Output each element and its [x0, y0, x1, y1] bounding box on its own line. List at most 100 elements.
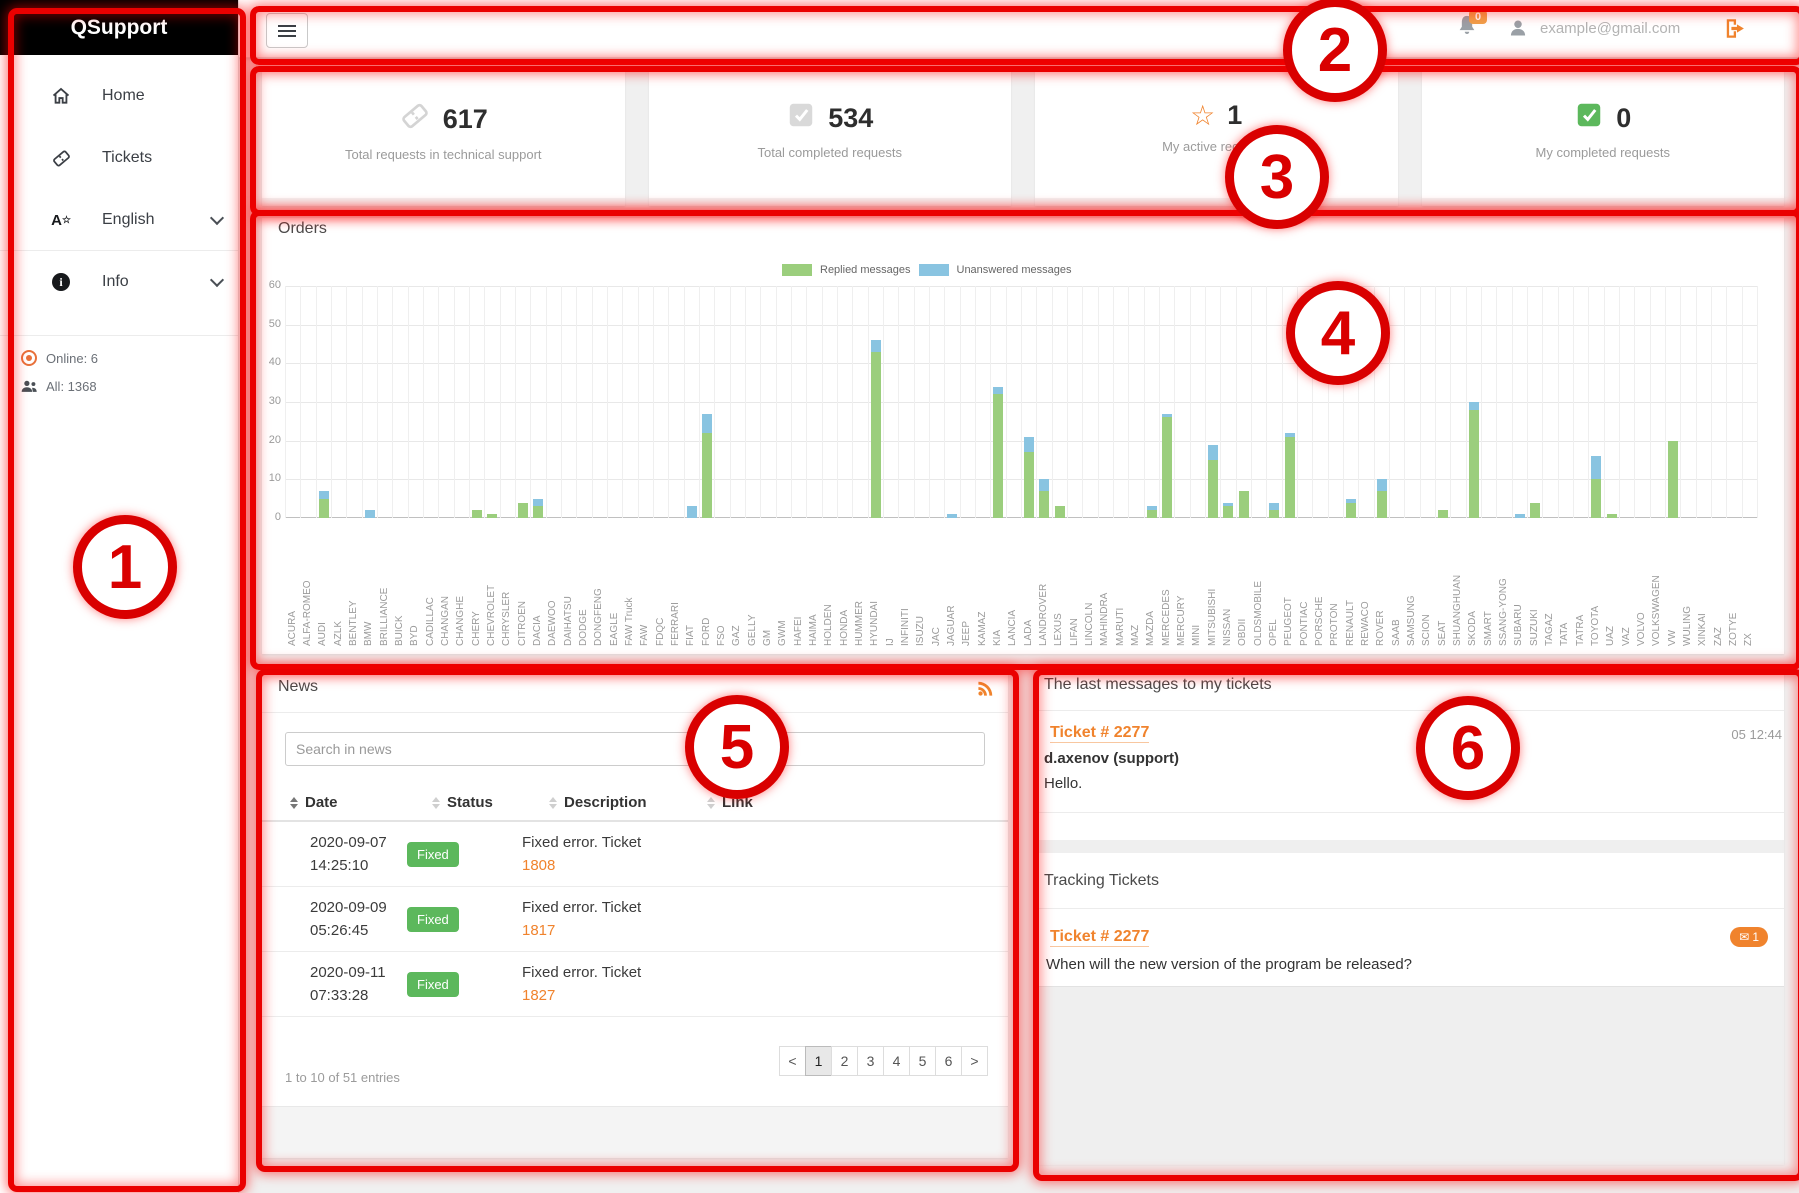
x-axis-tick-label: VW: [1665, 522, 1680, 648]
x-axis-tick-label: CHANGAN: [438, 522, 453, 648]
column-header-status[interactable]: Status: [432, 794, 493, 811]
tracking-ticket-link[interactable]: Ticket # 2277: [1050, 928, 1149, 947]
column-header-description[interactable]: Description: [549, 794, 647, 811]
chart-bar-slot: [929, 286, 944, 518]
x-axis-tick-label: WULING: [1680, 522, 1695, 648]
x-axis-tick-label: SHUANGHUAN: [1450, 522, 1465, 648]
stat-card-total-completed: 534 Total completed requests: [649, 70, 1012, 206]
tracking-ticket-question: When will the new version of the program…: [1046, 956, 1412, 973]
x-axis-tick-label: SEAT: [1435, 522, 1450, 648]
chart-bar-slot: [1573, 286, 1588, 518]
stat-card-total-requests: 617 Total requests in technical support: [262, 70, 625, 206]
stat-card-my-active: ☆ 1 My active requests: [1035, 70, 1398, 206]
stat-label: Total requests in technical support: [262, 147, 625, 162]
chart-bar-slot: [423, 286, 438, 518]
ticket-number-link[interactable]: 1808: [522, 857, 555, 874]
legend-label-replied: Replied messages: [820, 264, 911, 276]
pagination-prev-button[interactable]: <: [779, 1046, 806, 1076]
pagination-page-button[interactable]: 3: [857, 1046, 884, 1076]
bar-replied: [1269, 510, 1279, 518]
column-header-link[interactable]: Link: [707, 794, 753, 811]
sidebar-item-language[interactable]: A☆ English: [0, 189, 238, 251]
chart-bar-slot: [638, 286, 653, 518]
news-table-body: 2020-09-0714:25:10FixedFixed error. Tick…: [262, 820, 1008, 1017]
rss-icon[interactable]: [977, 680, 994, 702]
chart-bar-slot: [776, 286, 791, 518]
news-description: Fixed error. Ticket1808: [522, 831, 697, 877]
pagination-page-button[interactable]: 1: [805, 1046, 832, 1076]
x-axis-tick-label: MAZ: [1128, 522, 1143, 648]
x-axis-tick-label: MAHINDRA: [1098, 522, 1113, 648]
x-axis-tick-label: LEXUS: [1052, 522, 1067, 648]
chart-bar-slot: [806, 286, 821, 518]
chart-bar-slot: [1159, 286, 1174, 518]
last-messages-panel: The last messages to my tickets Ticket #…: [1036, 672, 1784, 1164]
chart-bar-slot: [1205, 286, 1220, 518]
sidebar-item-home[interactable]: Home: [0, 65, 238, 127]
y-axis-tick-label: 50: [262, 318, 281, 330]
chart-bar-slot: [1328, 286, 1343, 518]
x-axis-tick-label: DAEWOO: [546, 522, 561, 648]
notification-count-badge: 0: [1469, 10, 1487, 24]
chart-bar-slot: [852, 286, 867, 518]
search-input[interactable]: [285, 732, 985, 766]
x-axis-tick-label: BYD: [408, 522, 423, 648]
bar-unanswered: [871, 340, 881, 352]
bar-unanswered: [687, 506, 697, 518]
logout-icon[interactable]: [1724, 17, 1749, 45]
sort-icon: [707, 797, 715, 809]
chart-bar-slot: [561, 286, 576, 518]
chart-bar-slot: [300, 286, 315, 518]
chart-bar-slot: [822, 286, 837, 518]
x-axis-tick-label: JAGUAR: [944, 522, 959, 648]
x-axis-tick-label: TOYOTA: [1588, 522, 1603, 648]
x-axis-tick-label: JAC: [929, 522, 944, 648]
chart-bar-slot: [975, 286, 990, 518]
status-badge: Fixed: [407, 907, 459, 932]
x-axis-tick-label: ZOTYE: [1726, 522, 1741, 648]
news-table-row: 2020-09-0905:26:45FixedFixed error. Tick…: [262, 887, 1008, 952]
message-author: d.axenov (support): [1044, 750, 1179, 767]
user-email[interactable]: example@gmail.com: [1540, 0, 1680, 57]
chart-bar-slot: [960, 286, 975, 518]
chart-bar-slot: [469, 286, 484, 518]
x-axis-tick-label: TAGAZ: [1542, 522, 1557, 648]
divider: [1036, 908, 1784, 909]
news-table-row: 2020-09-0714:25:10FixedFixed error. Tick…: [262, 822, 1008, 887]
chart-bar-slot: [1128, 286, 1143, 518]
sidebar-item-label: English: [102, 211, 154, 229]
chart-bar-slot: [1604, 286, 1619, 518]
ticket-number-link[interactable]: 1817: [522, 922, 555, 939]
pagination-page-button[interactable]: 2: [831, 1046, 858, 1076]
notifications-button[interactable]: 0: [1457, 14, 1501, 48]
x-axis-tick-label: HAIMA: [806, 522, 821, 648]
topbar: 0 example@gmail.com: [238, 0, 1799, 58]
bar-replied: [702, 433, 712, 518]
pagination-page-button[interactable]: 6: [935, 1046, 962, 1076]
column-header-date[interactable]: Date: [290, 794, 338, 811]
pagination-page-button[interactable]: 5: [909, 1046, 936, 1076]
bar-replied: [1024, 452, 1034, 518]
bar-unanswered: [1515, 514, 1525, 518]
chart-bar-slot: [1619, 286, 1634, 518]
pagination-next-button[interactable]: >: [961, 1046, 988, 1076]
check-square-green-icon: [1574, 100, 1604, 137]
x-axis-tick-label: CHRYSLER: [500, 522, 515, 648]
x-axis-tick-label: SAMSUNG: [1404, 522, 1419, 648]
x-axis-tick-label: OPEL: [1266, 522, 1281, 648]
x-axis-tick-label: GAZ: [730, 522, 745, 648]
menu-toggle-button[interactable]: [266, 13, 308, 48]
x-axis-tick-label: CITROEN: [515, 522, 530, 648]
pagination-page-button[interactable]: 4: [883, 1046, 910, 1076]
bar-replied: [1223, 506, 1233, 518]
sidebar-item-info[interactable]: i Info: [0, 251, 238, 313]
x-axis-tick-label: ZX: [1742, 522, 1757, 648]
chart-bar-slot: [1496, 286, 1511, 518]
sort-icon: [432, 797, 440, 809]
envelope-icon: ✉: [1739, 930, 1749, 944]
ticket-link[interactable]: Ticket # 2277: [1050, 724, 1149, 743]
sidebar-item-tickets[interactable]: Tickets: [0, 127, 238, 189]
x-axis-tick-label: CHERY: [469, 522, 484, 648]
x-axis-tick-label: FIAT: [684, 522, 699, 648]
ticket-number-link[interactable]: 1827: [522, 987, 555, 1004]
